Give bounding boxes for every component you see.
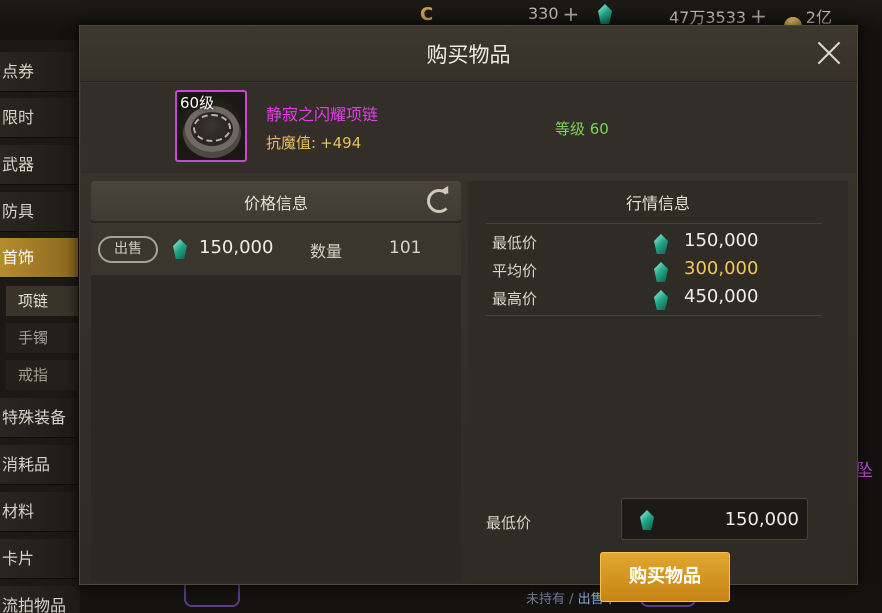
sell-badge: 出售 bbox=[98, 236, 158, 263]
category-coupon[interactable]: 点券 bbox=[0, 52, 78, 92]
background-list-strip: 未持有 / 出售中 bbox=[80, 583, 882, 613]
subcategory-ring[interactable]: 戒指 bbox=[6, 360, 78, 390]
refresh-icon[interactable] bbox=[427, 189, 451, 213]
market-row-value: 150,000 bbox=[684, 230, 759, 251]
status-separator: / bbox=[565, 592, 578, 607]
stat-value: +494 bbox=[320, 134, 362, 152]
gem-icon bbox=[654, 290, 668, 310]
points-currency: C bbox=[420, 4, 433, 25]
min-price-label: 最低价 bbox=[486, 514, 532, 532]
market-row-label: 最低价 bbox=[492, 234, 538, 252]
gem-icon bbox=[640, 510, 654, 530]
quantity-label: 数量 bbox=[310, 242, 343, 261]
market-info-panel: 行情信息 最低价 150,000 平均价 300,000 最高价 450,000… bbox=[468, 181, 848, 602]
add-points-icon[interactable]: + bbox=[563, 4, 580, 24]
dialog-header: 购买物品 bbox=[80, 26, 857, 82]
points-value: 330 bbox=[528, 4, 559, 23]
market-price-list: 最低价 150,000 平均价 300,000 最高价 450,000 bbox=[486, 223, 822, 316]
market-row-highest: 最高价 450,000 bbox=[486, 284, 822, 312]
category-sidebar: 点券 限时 武器 防具 首饰 项链 手镯 戒指 特殊装备 消耗品 材料 卡片 流… bbox=[0, 40, 80, 613]
price-info-title: 价格信息 bbox=[243, 194, 308, 213]
listing-row[interactable]: 出售 150,000 数量 101 bbox=[91, 223, 461, 275]
buy-item-button[interactable]: 购买物品 bbox=[600, 552, 730, 602]
gem-icon bbox=[173, 239, 187, 259]
subcategory-necklace[interactable]: 项链 bbox=[6, 286, 78, 316]
item-level-badge: 60级 bbox=[180, 94, 215, 112]
market-row-average: 平均价 300,000 bbox=[486, 256, 822, 284]
market-row-label: 平均价 bbox=[492, 262, 538, 280]
category-weapon[interactable]: 武器 bbox=[0, 145, 78, 185]
price-info-header: 价格信息 bbox=[91, 181, 461, 221]
category-unsold-items[interactable]: 流拍物品 bbox=[0, 586, 78, 613]
category-materials[interactable]: 材料 bbox=[0, 492, 78, 532]
market-info-title: 行情信息 bbox=[625, 194, 690, 213]
necklace-item-icon[interactable]: 60级 bbox=[175, 90, 247, 162]
item-name: 静寂之闪耀项链 bbox=[266, 105, 379, 124]
gem-icon bbox=[654, 234, 668, 254]
dialog-title: 购买物品 bbox=[426, 43, 511, 67]
necklace-chain-shape bbox=[193, 114, 231, 142]
price-info-panel: 价格信息 出售 150,000 数量 101 bbox=[91, 181, 461, 581]
gem-icon bbox=[598, 4, 612, 24]
item-stat: 抗魔值: +494 bbox=[266, 132, 361, 153]
listing-price: 150,000 bbox=[199, 237, 274, 258]
background-item-slot bbox=[184, 583, 240, 607]
points-amount: 330 + bbox=[528, 4, 580, 24]
level-requirement: 等级 60 bbox=[555, 120, 609, 138]
category-consumables[interactable]: 消耗品 bbox=[0, 445, 78, 485]
min-price-value: 150,000 bbox=[724, 509, 799, 530]
close-icon[interactable] bbox=[816, 40, 842, 66]
category-accessory[interactable]: 首饰 bbox=[0, 238, 78, 278]
gem-icon bbox=[654, 262, 668, 282]
gem-currency bbox=[598, 4, 612, 24]
market-row-value: 300,000 bbox=[684, 258, 759, 279]
item-summary: 60级 静寂之闪耀项链 抗魔值: +494 等级 60 bbox=[81, 83, 856, 173]
quantity-value: 101 bbox=[389, 238, 422, 258]
point-coin-icon: C bbox=[420, 4, 434, 25]
market-row-value: 450,000 bbox=[684, 286, 759, 307]
category-cards[interactable]: 卡片 bbox=[0, 539, 78, 579]
min-price-field[interactable]: 150,000 bbox=[621, 498, 808, 540]
category-armor[interactable]: 防具 bbox=[0, 192, 78, 232]
buy-item-dialog: 购买物品 60级 静寂之闪耀项链 抗魔值: +494 等级 60 价格信息 出售 … bbox=[79, 25, 858, 602]
market-row-lowest: 最低价 150,000 bbox=[486, 228, 822, 256]
stat-label: 抗魔值: bbox=[266, 134, 317, 152]
background-item-name-fragment: 坠 bbox=[856, 461, 873, 481]
add-gems-icon[interactable]: + bbox=[750, 6, 767, 26]
category-special-equipment[interactable]: 特殊装备 bbox=[0, 398, 78, 438]
status-not-owned: 未持有 bbox=[526, 592, 566, 607]
subcategory-bracelet[interactable]: 手镯 bbox=[6, 323, 78, 353]
market-row-label: 最高价 bbox=[492, 290, 538, 308]
category-limited[interactable]: 限时 bbox=[0, 98, 78, 138]
